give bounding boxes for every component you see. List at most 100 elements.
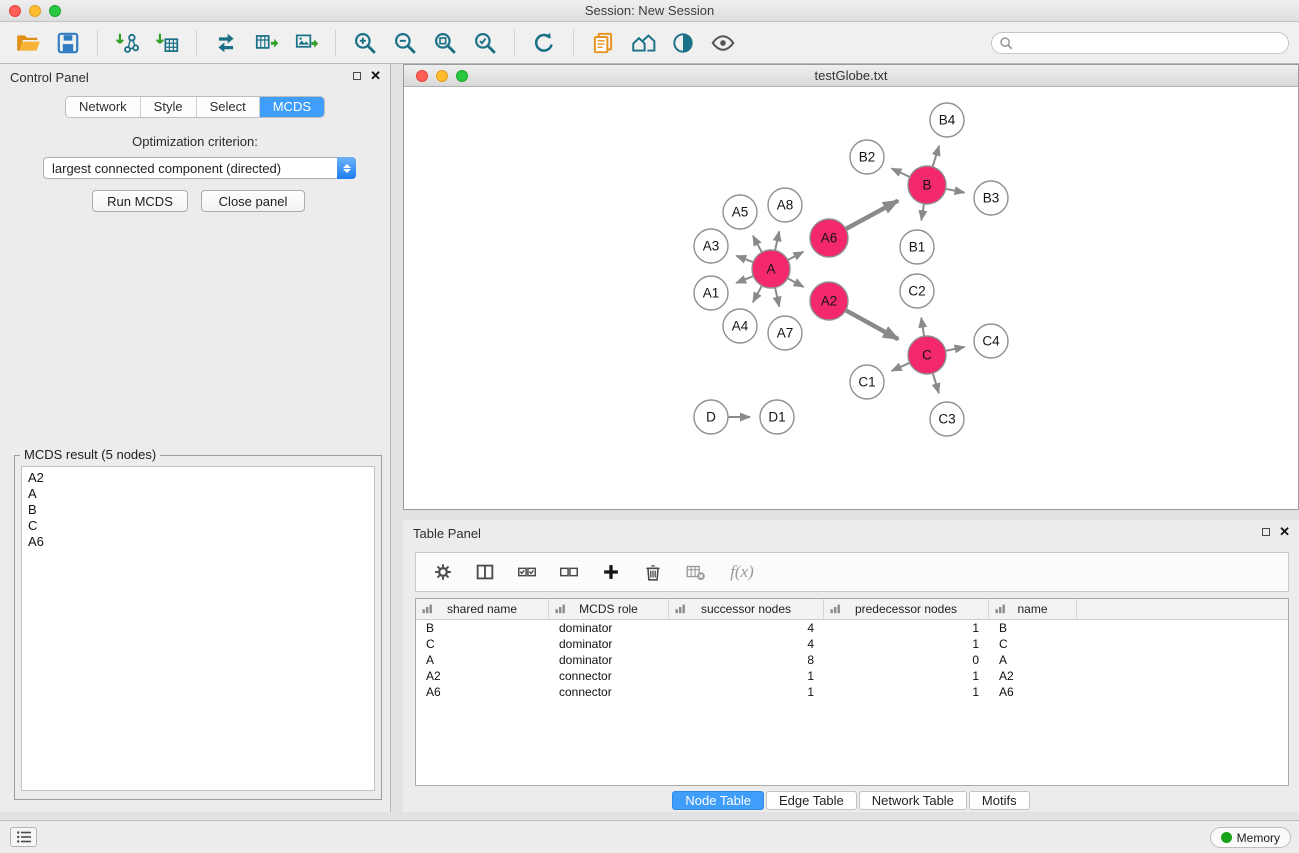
table-cell[interactable]: C — [989, 637, 1077, 651]
style-button[interactable] — [665, 27, 701, 59]
add-button[interactable] — [598, 559, 624, 585]
export-table-button[interactable] — [248, 27, 284, 59]
node-D1[interactable]: D1 — [760, 400, 794, 434]
edge-C-C3[interactable] — [933, 373, 939, 393]
run-mcds-button[interactable]: Run MCDS — [92, 190, 188, 212]
column-header-shared-name[interactable]: shared name — [416, 599, 549, 619]
network-zoom-button[interactable] — [456, 70, 468, 82]
node-A5[interactable]: A5 — [723, 195, 757, 229]
delete-table-button[interactable] — [682, 559, 708, 585]
node-D[interactable]: D — [694, 400, 728, 434]
node-A[interactable]: A — [752, 250, 790, 288]
edge-A-A4[interactable] — [753, 286, 762, 303]
node-A2[interactable]: A2 — [810, 282, 848, 320]
refresh-button[interactable] — [526, 27, 562, 59]
mcds-result-item[interactable]: A2 — [28, 470, 368, 486]
table-cell[interactable]: 1 — [824, 637, 989, 651]
table-row[interactable]: A6connector11A6 — [416, 684, 1288, 700]
zoom-selected-button[interactable] — [467, 27, 503, 59]
node-C1[interactable]: C1 — [850, 365, 884, 399]
table-cell[interactable]: dominator — [549, 637, 669, 651]
deselect-all-button[interactable] — [556, 559, 582, 585]
table-cell[interactable]: dominator — [549, 621, 669, 635]
edge-B-B4[interactable] — [933, 146, 940, 167]
gear-button[interactable] — [430, 559, 456, 585]
close-panel-button[interactable]: Close panel — [201, 190, 305, 212]
open-report-button[interactable] — [585, 27, 621, 59]
edge-A6-B[interactable] — [846, 201, 898, 229]
column-header-predecessor-nodes[interactable]: predecessor nodes — [824, 599, 989, 619]
edge-A-A7[interactable] — [775, 288, 779, 307]
table-cell[interactable]: 4 — [669, 637, 824, 651]
node-B3[interactable]: B3 — [974, 181, 1008, 215]
table-cell[interactable]: B — [989, 621, 1077, 635]
edge-C-C2[interactable] — [921, 318, 924, 337]
network-canvas-svg[interactable]: B4B2BB3A5A8A6B1A3AC2A1A2A4A7C4CC1C3DD1 — [404, 87, 1298, 509]
table-cell[interactable]: 1 — [669, 669, 824, 683]
tab-edge-table[interactable]: Edge Table — [766, 791, 857, 810]
memory-button[interactable]: Memory — [1210, 827, 1291, 848]
tab-style[interactable]: Style — [141, 97, 197, 117]
table-row[interactable]: Bdominator41B — [416, 620, 1288, 636]
import-network-button[interactable] — [109, 27, 145, 59]
node-A8[interactable]: A8 — [768, 188, 802, 222]
export-image-button[interactable] — [288, 27, 324, 59]
tab-network-table[interactable]: Network Table — [859, 791, 967, 810]
delete-button[interactable] — [640, 559, 666, 585]
export-network-button[interactable] — [208, 27, 244, 59]
close-window-button[interactable] — [9, 5, 21, 17]
table-row[interactable]: A2connector11A2 — [416, 668, 1288, 684]
edge-B-B3[interactable] — [946, 189, 965, 193]
mcds-result-item[interactable]: A — [28, 486, 368, 502]
edge-B-B2[interactable] — [892, 168, 910, 177]
column-header-name[interactable]: name — [989, 599, 1077, 619]
zoom-in-button[interactable] — [347, 27, 383, 59]
node-A4[interactable]: A4 — [723, 309, 757, 343]
column-header-MCDS-role[interactable]: MCDS role — [549, 599, 669, 619]
function-builder-button[interactable]: f(x) — [724, 559, 760, 585]
table-cell[interactable]: A6 — [989, 685, 1077, 699]
table-cell[interactable]: B — [416, 621, 549, 635]
table-cell[interactable]: connector — [549, 685, 669, 699]
mcds-result-item[interactable]: B — [28, 502, 368, 518]
tab-node-table[interactable]: Node Table — [672, 791, 764, 810]
node-C3[interactable]: C3 — [930, 402, 964, 436]
tab-motifs[interactable]: Motifs — [969, 791, 1030, 810]
table-cell[interactable]: A2 — [416, 669, 549, 683]
edge-C-C4[interactable] — [946, 347, 965, 351]
node-A1[interactable]: A1 — [694, 276, 728, 310]
node-B1[interactable]: B1 — [900, 230, 934, 264]
table-cell[interactable]: connector — [549, 669, 669, 683]
search-input[interactable] — [991, 32, 1289, 54]
node-B4[interactable]: B4 — [930, 103, 964, 137]
minimize-window-button[interactable] — [29, 5, 41, 17]
zoom-fit-button[interactable] — [427, 27, 463, 59]
edge-A-A2[interactable] — [788, 278, 804, 287]
columns-button[interactable] — [472, 559, 498, 585]
table-cell[interactable]: 1 — [824, 685, 989, 699]
mcds-result-item[interactable]: C — [28, 518, 368, 534]
edge-A-A3[interactable] — [736, 256, 753, 263]
node-C4[interactable]: C4 — [974, 324, 1008, 358]
node-A6[interactable]: A6 — [810, 219, 848, 257]
node-A7[interactable]: A7 — [768, 316, 802, 350]
select-all-button[interactable] — [514, 559, 540, 585]
mcds-result-item[interactable]: A6 — [28, 534, 368, 550]
node-C2[interactable]: C2 — [900, 274, 934, 308]
task-history-button[interactable] — [10, 827, 37, 847]
table-row[interactable]: Adominator80A — [416, 652, 1288, 668]
table-cell[interactable]: A2 — [989, 669, 1077, 683]
edge-A-A1[interactable] — [736, 276, 753, 283]
table-cell[interactable]: 0 — [824, 653, 989, 667]
import-table-button[interactable] — [149, 27, 185, 59]
table-cell[interactable]: 8 — [669, 653, 824, 667]
node-B[interactable]: B — [908, 166, 946, 204]
home-button[interactable] — [625, 27, 661, 59]
table-cell[interactable]: A6 — [416, 685, 549, 699]
zoom-out-button[interactable] — [387, 27, 423, 59]
table-cell[interactable]: 1 — [669, 685, 824, 699]
network-canvas[interactable]: B4B2BB3A5A8A6B1A3AC2A1A2A4A7C4CC1C3DD1 — [404, 87, 1298, 509]
tab-network[interactable]: Network — [66, 97, 141, 117]
node-C[interactable]: C — [908, 336, 946, 374]
table-cell[interactable]: 4 — [669, 621, 824, 635]
